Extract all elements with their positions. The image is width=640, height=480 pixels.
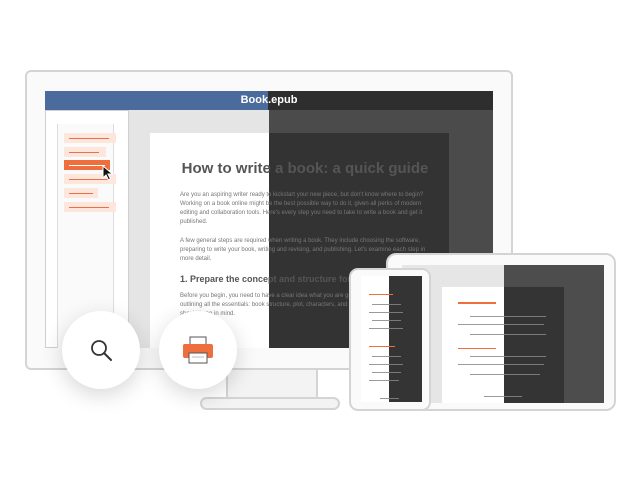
text-line <box>504 334 546 335</box>
phone-screen-dark <box>389 276 422 402</box>
article-intro: Are you an aspiring writer ready to kick… <box>180 192 424 225</box>
text-line <box>372 356 389 357</box>
toc-item[interactable] <box>64 147 106 157</box>
text-line <box>389 320 401 321</box>
article-title: How to write a book: a quick guide <box>181 160 429 177</box>
text-line <box>369 380 389 381</box>
text-line <box>389 304 401 305</box>
text-line <box>389 312 403 313</box>
window-title: Book.epub <box>240 94 298 106</box>
search-button[interactable] <box>62 311 140 389</box>
monitor-base <box>200 397 340 410</box>
text-line <box>470 334 504 335</box>
text-line <box>369 312 389 313</box>
text-line <box>369 294 393 295</box>
text-line <box>380 398 389 399</box>
toc-item[interactable] <box>64 188 98 198</box>
mouse-cursor-icon <box>102 165 114 181</box>
toc-item[interactable] <box>64 133 116 143</box>
text-line <box>389 380 399 381</box>
text-line <box>504 374 540 375</box>
tablet-page-light <box>442 287 504 403</box>
tablet-page-dark <box>504 287 564 403</box>
search-icon <box>91 340 112 361</box>
text-line <box>470 316 504 317</box>
text-line <box>470 356 504 357</box>
text-line <box>389 364 403 365</box>
text-line <box>389 356 401 357</box>
print-button[interactable] <box>159 311 237 389</box>
text-line <box>504 356 546 357</box>
text-line <box>372 320 389 321</box>
text-line <box>484 396 504 397</box>
text-line <box>504 316 546 317</box>
window-titlebar: Book.epub <box>45 91 493 110</box>
text-line <box>389 372 401 373</box>
text-line <box>458 348 496 349</box>
monitor-stand <box>226 370 318 398</box>
text-line <box>470 374 504 375</box>
text-line <box>504 324 544 325</box>
text-line <box>372 372 389 373</box>
text-line <box>369 364 389 365</box>
text-line <box>389 398 399 399</box>
text-line <box>458 364 504 365</box>
text-line <box>389 328 403 329</box>
text-line <box>458 302 496 303</box>
text-line <box>458 324 504 325</box>
toc-item[interactable] <box>64 202 116 212</box>
printer-icon <box>183 336 213 364</box>
text-line <box>504 396 522 397</box>
text-line <box>372 304 389 305</box>
text-line <box>369 346 395 347</box>
text-line <box>504 364 544 365</box>
text-line <box>369 328 389 329</box>
